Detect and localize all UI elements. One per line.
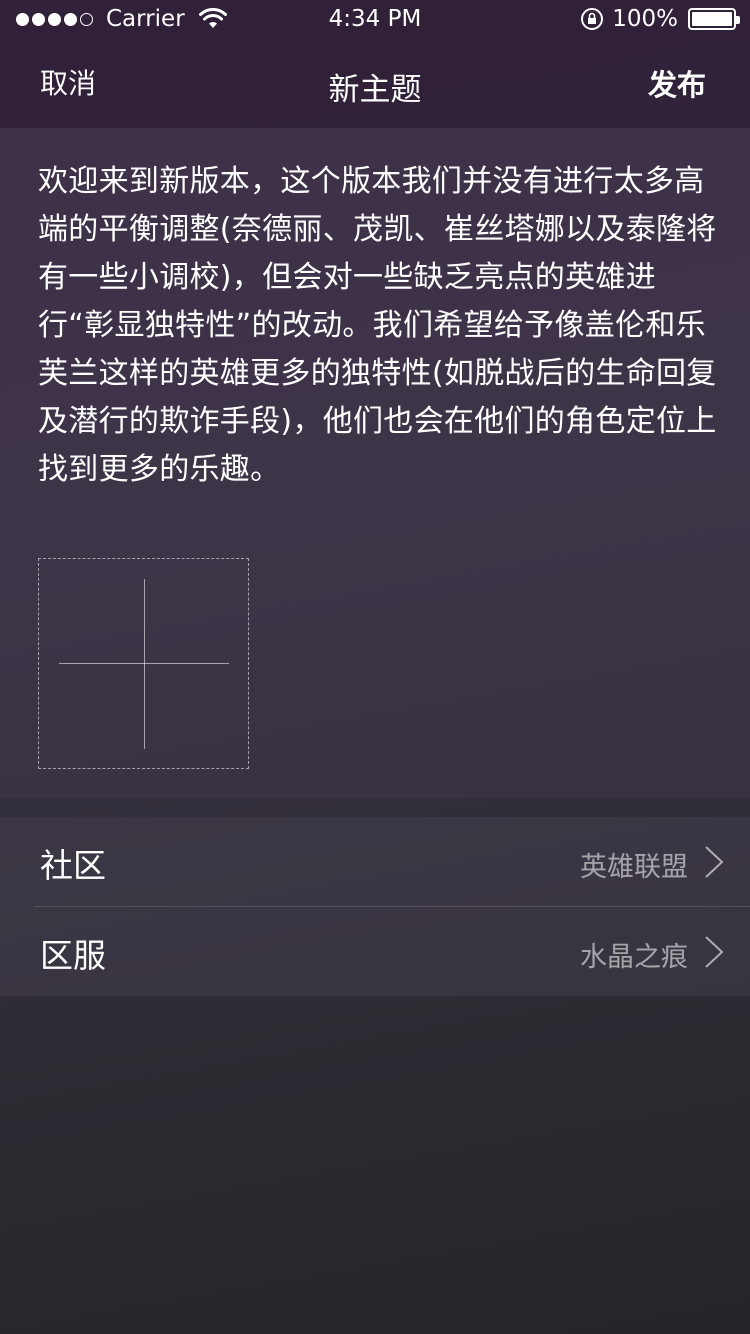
server-value: 水晶之痕 [580,942,688,973]
nav-bar: 取消 新主题 发布 [0,40,750,128]
rotation-lock-icon [581,8,604,30]
battery-icon [688,8,740,30]
chevron-right-icon [705,846,724,878]
page-title: 新主题 [328,72,422,108]
battery-percent: 100% [612,6,678,32]
compose-area: 欢迎来到新版本，这个版本我们并没有进行太多高端的平衡调整(奈德丽、茂凯、崔丝塔娜… [0,128,750,798]
battery-fill [692,12,732,26]
settings-list: 社区 英雄联盟 区服 水晶之痕 [0,817,750,996]
status-right: 100% [580,6,740,32]
community-value: 英雄联盟 [580,852,688,883]
community-label: 社区 [40,846,106,885]
server-label: 区服 [40,936,106,975]
status-bar: Carrier 4:34 PM 100% [0,0,750,40]
server-row[interactable]: 区服 水晶之痕 [0,907,750,996]
publish-button[interactable]: 发布 [648,62,706,104]
add-image-button[interactable] [38,558,249,769]
chevron-right-icon [705,936,724,968]
post-body-text[interactable]: 欢迎来到新版本，这个版本我们并没有进行太多高端的平衡调整(奈德丽、茂凯、崔丝塔娜… [38,158,724,494]
community-row[interactable]: 社区 英雄联盟 [0,817,750,906]
